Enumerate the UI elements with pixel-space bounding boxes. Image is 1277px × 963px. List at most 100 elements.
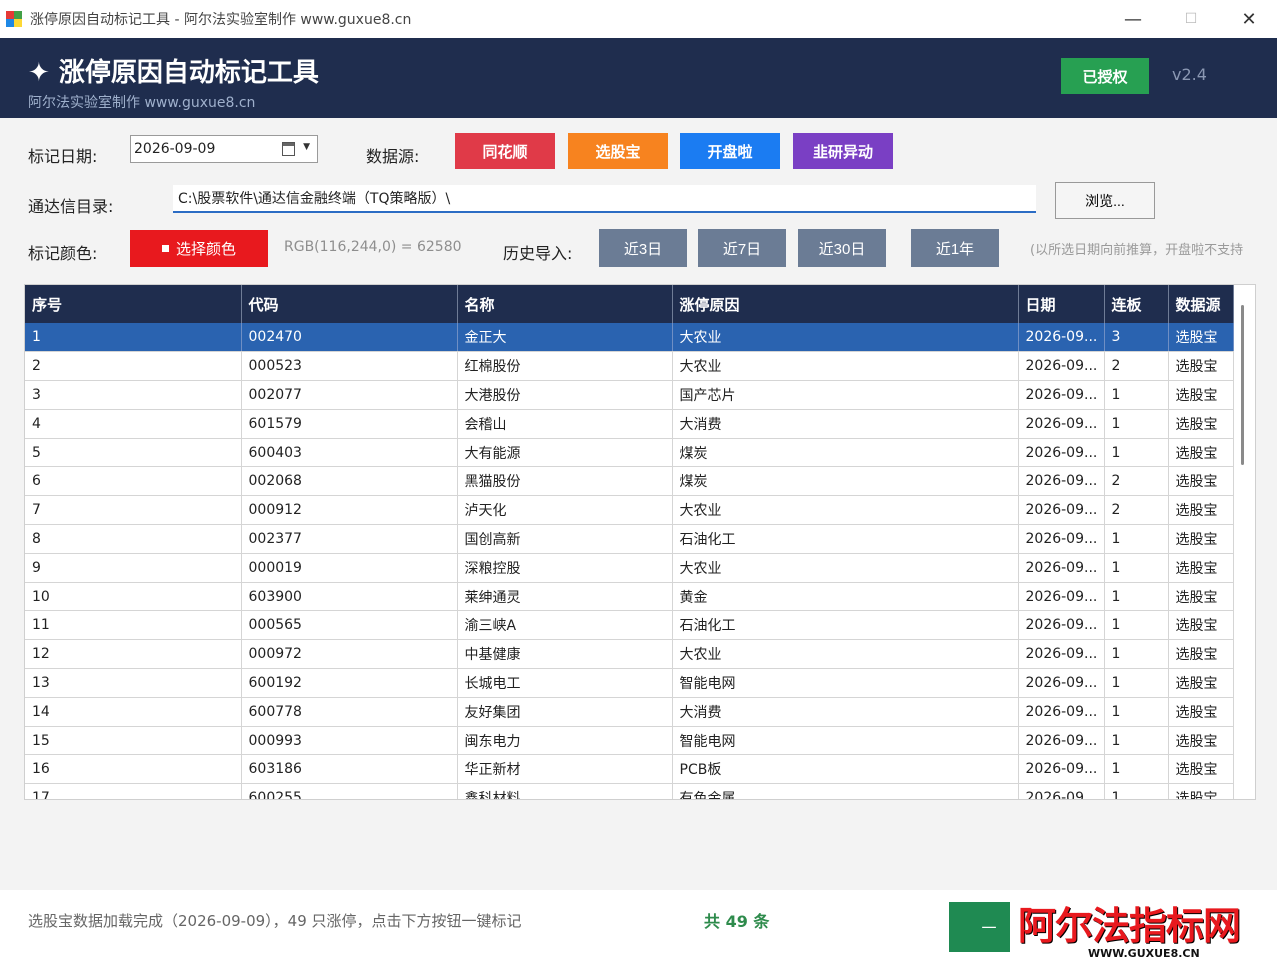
chevron-down-icon[interactable]: ▼ bbox=[303, 142, 310, 152]
date-picker[interactable]: 2026-09-09 ▼ bbox=[130, 135, 318, 163]
table-cell: 2026-09... bbox=[1018, 351, 1105, 382]
rgb-value-text: RGB(116,244,0) = 62580 bbox=[284, 239, 462, 255]
table-row[interactable]: 14 600778 友好集团 大消费 2026-09... 1 选股宝 bbox=[25, 697, 1234, 727]
table-cell: 4 bbox=[25, 409, 242, 439]
table-row[interactable]: 12 000972 中基健康 大农业 2026-09... 1 选股宝 bbox=[25, 639, 1234, 670]
table-cell: 6 bbox=[25, 466, 242, 497]
table-cell: 2 bbox=[25, 351, 242, 382]
table-row[interactable]: 1 002470 金正大 大农业 2026-09... 3 选股宝 bbox=[25, 323, 1234, 353]
column-header[interactable]: 涨停原因 bbox=[672, 285, 1019, 323]
table-cell: 16 bbox=[25, 754, 242, 785]
table-cell: 1 bbox=[1104, 783, 1169, 799]
select-color-label: 选择颜色 bbox=[175, 241, 236, 258]
table-row[interactable]: 5 600403 大有能源 煤炭 2026-09... 1 选股宝 bbox=[25, 438, 1234, 468]
table-row[interactable]: 8 002377 国创高新 石油化工 2026-09... 1 选股宝 bbox=[25, 524, 1234, 554]
table-cell: 002470 bbox=[241, 323, 458, 353]
source-button-xuangubao[interactable]: 选股宝 bbox=[568, 133, 668, 169]
grid-scrollbar[interactable] bbox=[1241, 305, 1244, 465]
table-cell: 600403 bbox=[241, 438, 458, 468]
row-count: 共 49 条 bbox=[704, 912, 770, 931]
date-label: 标记日期: bbox=[28, 147, 98, 166]
status-text: 选股宝数据加载完成（2026-09-09），49 只涨停，点击下方按钮一键标记 bbox=[28, 912, 522, 930]
minimize-button[interactable]: — bbox=[1104, 0, 1162, 38]
table-row[interactable]: 17 600255 鑫科材料 有色金属 2026-09... 1 选股宝 bbox=[25, 783, 1234, 799]
table-cell: 603900 bbox=[241, 582, 458, 612]
table-cell: 1 bbox=[1104, 553, 1169, 583]
history-hint: (以所选日期向前推算，开盘啦不支持 bbox=[1030, 243, 1244, 258]
color-swatch-icon bbox=[161, 245, 169, 252]
history-label: 历史导入: bbox=[503, 244, 573, 263]
table-cell: 000565 bbox=[241, 610, 458, 641]
table-cell: 选股宝 bbox=[1168, 524, 1234, 554]
site-watermark: 阿尔法指标网 WWW.GUXUE8.CN bbox=[1010, 893, 1277, 963]
table-cell: 2026-09... bbox=[1018, 697, 1105, 727]
history-1y-button[interactable]: 近1年 bbox=[911, 229, 999, 267]
column-header[interactable]: 日期 bbox=[1018, 285, 1105, 323]
table-cell: 大消费 bbox=[672, 697, 1019, 727]
table-cell: 大消费 bbox=[672, 409, 1019, 439]
table-cell: 2026-09... bbox=[1018, 380, 1105, 410]
table-cell: 2026-09... bbox=[1018, 754, 1105, 785]
table-cell: 1 bbox=[1104, 610, 1169, 641]
table-cell: 1 bbox=[1104, 668, 1169, 698]
source-label: 数据源: bbox=[366, 147, 420, 166]
table-cell: 选股宝 bbox=[1168, 409, 1234, 439]
table-cell: 17 bbox=[25, 783, 242, 799]
table-cell: 600255 bbox=[241, 783, 458, 799]
stock-grid[interactable]: 序号 代码 名称 涨停原因 日期 连板 数据源 1 002470 金正大 大农业 2026-09..… bbox=[24, 284, 1256, 800]
table-cell: 选股宝 bbox=[1168, 726, 1234, 756]
table-cell: 1 bbox=[1104, 380, 1169, 410]
table-cell: 选股宝 bbox=[1168, 495, 1234, 526]
table-row[interactable]: 2 000523 红棉股份 大农业 2026-09... 2 选股宝 bbox=[25, 351, 1234, 382]
column-header[interactable]: 序号 bbox=[25, 285, 242, 323]
table-row[interactable]: 15 000993 闽东电力 智能电网 2026-09... 1 选股宝 bbox=[25, 726, 1234, 756]
table-row[interactable]: 4 601579 会稽山 大消费 2026-09... 1 选股宝 bbox=[25, 409, 1234, 439]
app-icon bbox=[6, 11, 22, 27]
select-color-button[interactable]: 选择颜色 bbox=[130, 230, 268, 267]
table-cell: 5 bbox=[25, 438, 242, 468]
table-row[interactable]: 13 600192 长城电工 智能电网 2026-09... 1 选股宝 bbox=[25, 668, 1234, 698]
table-cell: 2 bbox=[1104, 466, 1169, 497]
table-cell: 大有能源 bbox=[457, 438, 673, 468]
source-button-jiuyan[interactable]: 韭研异动 bbox=[793, 133, 893, 169]
column-header[interactable]: 数据源 bbox=[1168, 285, 1234, 323]
watermark-logo: 阿尔法指标网 bbox=[1018, 903, 1241, 948]
close-button[interactable]: ✕ bbox=[1220, 0, 1277, 38]
history-7d-button[interactable]: 近7日 bbox=[698, 229, 786, 267]
table-cell: 选股宝 bbox=[1168, 582, 1234, 612]
table-cell: 002068 bbox=[241, 466, 458, 497]
table-cell: 深粮控股 bbox=[457, 553, 673, 583]
table-cell: 1 bbox=[1104, 754, 1169, 785]
table-row[interactable]: 6 002068 黑猫股份 煤炭 2026-09... 2 选股宝 bbox=[25, 466, 1234, 497]
table-cell: 600778 bbox=[241, 697, 458, 727]
column-header[interactable]: 名称 bbox=[457, 285, 673, 323]
history-3d-button[interactable]: 近3日 bbox=[599, 229, 687, 267]
table-cell: 选股宝 bbox=[1168, 466, 1234, 497]
table-row[interactable]: 16 603186 华正新材 PCB板 2026-09... 1 选股宝 bbox=[25, 754, 1234, 785]
table-row[interactable]: 3 002077 大港股份 国产芯片 2026-09... 1 选股宝 bbox=[25, 380, 1234, 410]
column-header[interactable]: 代码 bbox=[241, 285, 458, 323]
color-label: 标记颜色: bbox=[28, 244, 98, 263]
browse-button[interactable]: 浏览... bbox=[1055, 182, 1155, 219]
authorized-button[interactable]: 已授权 bbox=[1061, 58, 1149, 94]
table-row[interactable]: 9 000019 深粮控股 大农业 2026-09... 1 选股宝 bbox=[25, 553, 1234, 583]
table-cell: 金正大 bbox=[457, 323, 673, 353]
table-row[interactable]: 11 000565 渝三峡A 石油化工 2026-09... 1 选股宝 bbox=[25, 610, 1234, 641]
table-cell: 大港股份 bbox=[457, 380, 673, 410]
table-cell: 12 bbox=[25, 639, 242, 670]
calendar-icon[interactable] bbox=[282, 142, 295, 156]
table-row[interactable]: 10 603900 莱绅通灵 黄金 2026-09... 1 选股宝 bbox=[25, 582, 1234, 612]
table-cell: 2026-09... bbox=[1018, 495, 1105, 526]
column-header[interactable]: 连板 bbox=[1104, 285, 1169, 323]
maximize-button[interactable]: ☐ bbox=[1162, 0, 1220, 38]
history-30d-button[interactable]: 近30日 bbox=[798, 229, 886, 267]
table-cell: 600192 bbox=[241, 668, 458, 698]
table-row[interactable]: 7 000912 泸天化 大农业 2026-09... 2 选股宝 bbox=[25, 495, 1234, 526]
table-cell: 大农业 bbox=[672, 639, 1019, 670]
tdx-dir-input[interactable] bbox=[173, 185, 1036, 213]
source-button-tonghuashun[interactable]: 同花顺 bbox=[455, 133, 555, 169]
table-cell: 1 bbox=[1104, 524, 1169, 554]
table-cell: 大农业 bbox=[672, 553, 1019, 583]
source-button-kaipanla[interactable]: 开盘啦 bbox=[680, 133, 780, 169]
table-cell: 2026-09... bbox=[1018, 582, 1105, 612]
